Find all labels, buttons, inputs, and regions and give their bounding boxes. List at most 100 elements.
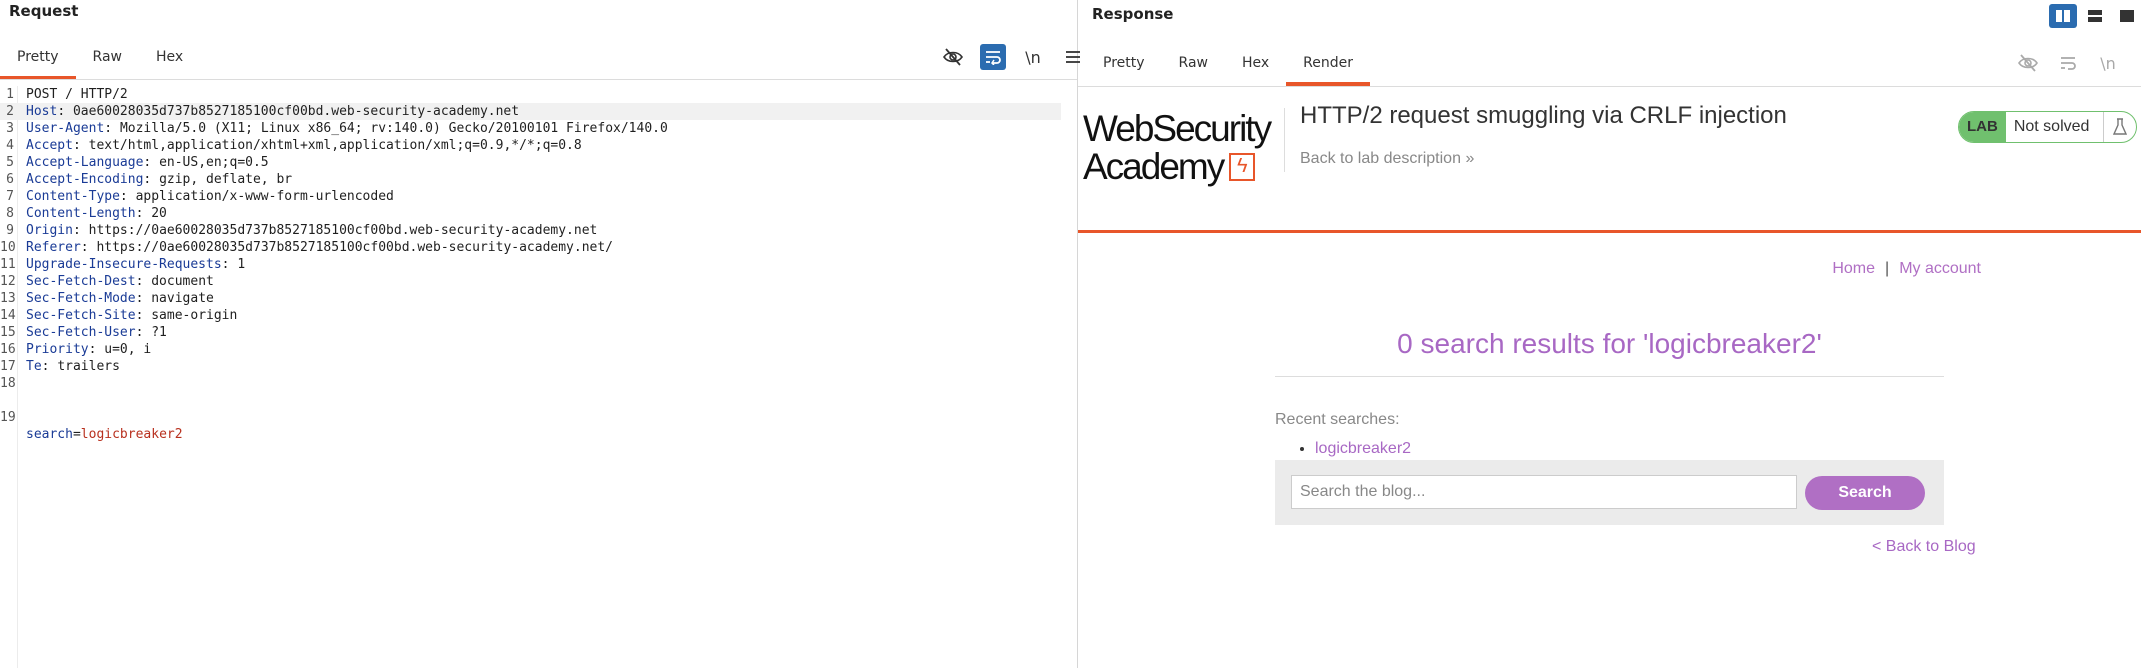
- show-newlines-button[interactable]: \n: [1020, 44, 1046, 70]
- request-line[interactable]: 16 Priority: u=0, i: [0, 341, 1077, 358]
- request-body-line[interactable]: 19 search=logicbreaker2: [0, 392, 1077, 442]
- request-line[interactable]: 14 Sec-Fetch-Site: same-origin: [0, 307, 1077, 324]
- back-to-lab-description-link[interactable]: Back to lab description »: [1300, 150, 1474, 168]
- web-security-academy-logo[interactable]: WebSecurity Academy ϟ: [1083, 110, 1283, 186]
- line-number: 8: [6, 206, 14, 221]
- hide-nonprintable-icon[interactable]: [940, 44, 966, 70]
- header-divider: [1284, 108, 1285, 172]
- line-number: 6: [6, 172, 14, 187]
- response-toolbar: \n: [2015, 50, 2141, 76]
- line-number: 4: [6, 138, 14, 153]
- header-colon: :: [72, 223, 89, 238]
- header-value: navigate: [151, 291, 214, 306]
- request-line-text: Sec-Fetch-Mode: navigate: [26, 290, 214, 307]
- line-number: 18: [0, 376, 16, 391]
- request-line-text: Sec-Fetch-User: ?1: [26, 324, 167, 341]
- header-colon: :: [119, 189, 136, 204]
- line-number: 2: [6, 104, 14, 119]
- header-colon: :: [135, 206, 152, 221]
- request-tab-pretty[interactable]: Pretty: [0, 42, 76, 80]
- body-param-name: search: [26, 427, 73, 442]
- split-horizontal-icon[interactable]: [2049, 4, 2077, 28]
- header-name: Host: [26, 104, 58, 119]
- request-body: search=logicbreaker2: [26, 426, 183, 443]
- search-button[interactable]: Search: [1805, 476, 1925, 510]
- burp-repeater: Request Pretty Raw Hex \n 1 POST / HTTP/2…: [0, 0, 2141, 668]
- recent-searches-list: logicbreaker2: [1315, 440, 1411, 458]
- response-tab-render[interactable]: Render: [1286, 48, 1370, 86]
- lab-status: Not solved: [2005, 112, 2105, 142]
- request-line-value: POST / HTTP/2: [26, 87, 128, 102]
- line-number: 14: [0, 308, 16, 323]
- header-name: Content-Type: [26, 189, 120, 204]
- request-line-text: Accept-Encoding: gzip, deflate, br: [26, 171, 292, 188]
- recent-search-link[interactable]: logicbreaker2: [1315, 440, 1411, 457]
- request-line[interactable]: 13 Sec-Fetch-Mode: navigate: [0, 290, 1077, 307]
- request-line[interactable]: 10 Referer: https://0ae60028035d737b85271…: [0, 239, 1077, 256]
- line-number: 10: [0, 240, 16, 255]
- header-name: Upgrade-Insecure-Requests: [26, 257, 222, 272]
- request-line[interactable]: 4 Accept: text/html,application/xhtml+xml…: [0, 137, 1077, 154]
- header-name: Content-Length: [26, 206, 136, 221]
- nav-my-account-link[interactable]: My account: [1899, 260, 1981, 277]
- request-toolbar: \n: [940, 44, 1086, 70]
- academy-header: WebSecurity Academy ϟ HTTP/2 request smu…: [1078, 100, 2141, 233]
- nav-separator: |: [1885, 260, 1890, 277]
- word-wrap-icon[interactable]: [980, 44, 1006, 70]
- request-line-text: Te: trailers: [26, 358, 120, 375]
- logo-row: Academy ϟ: [1083, 148, 1283, 186]
- request-line[interactable]: 5 Accept-Language: en-US,en;q=0.5: [0, 154, 1077, 171]
- request-line[interactable]: 7 Content-Type: application/x-www-form-ur…: [0, 188, 1077, 205]
- header-colon: :: [41, 359, 58, 374]
- nav-home-link[interactable]: Home: [1832, 260, 1875, 277]
- response-tab-pretty[interactable]: Pretty: [1086, 48, 1162, 86]
- list-item: logicbreaker2: [1315, 440, 1411, 458]
- request-line[interactable]: 12 Sec-Fetch-Dest: document: [0, 273, 1077, 290]
- single-pane-icon[interactable]: [2113, 4, 2141, 28]
- request-line-text: Origin: https://0ae60028035d737b85271851…: [26, 222, 597, 239]
- header-colon: :: [135, 308, 152, 323]
- request-tab-raw[interactable]: Raw: [76, 42, 139, 80]
- header-name: Priority: [26, 342, 89, 357]
- search-input[interactable]: [1291, 475, 1797, 509]
- line-number: 12: [0, 274, 16, 289]
- request-line-text: Upgrade-Insecure-Requests: 1: [26, 256, 245, 273]
- header-name: Sec-Fetch-Site: [26, 308, 136, 323]
- logo-text-bottom: Academy: [1083, 146, 1225, 187]
- line-number: 17: [0, 359, 16, 374]
- request-line[interactable]: 18: [0, 375, 1077, 392]
- header-name: Accept-Language: [26, 155, 144, 170]
- request-line-text: Sec-Fetch-Site: same-origin: [26, 307, 237, 324]
- chevron-right-icon: »: [1465, 150, 1475, 167]
- request-line[interactable]: 9 Origin: https://0ae60028035d737b8527185…: [0, 222, 1077, 239]
- line-number: 19: [0, 410, 16, 425]
- request-line[interactable]: 8 Content-Length: 20: [0, 205, 1077, 222]
- header-value: Mozilla/5.0 (X11; Linux x86_64; rv:140.0…: [119, 121, 668, 136]
- line-number: 15: [0, 325, 16, 340]
- menu-icon[interactable]: [2135, 50, 2141, 76]
- request-line[interactable]: 15 Sec-Fetch-User: ?1: [0, 324, 1077, 341]
- request-line[interactable]: 6 Accept-Encoding: gzip, deflate, br: [0, 171, 1077, 188]
- request-editor[interactable]: 1 POST / HTTP/2 2 Host: 0ae60028035d737b852…: [0, 86, 1077, 668]
- response-pane: Response Pretty Raw Hex Render \n WebSec…: [1078, 0, 2141, 668]
- back-to-blog-link[interactable]: < Back to Blog: [1872, 538, 1976, 556]
- split-vertical-icon[interactable]: [2081, 4, 2109, 28]
- request-line[interactable]: 17 Te: trailers: [0, 358, 1077, 375]
- blog-search-form: Search: [1275, 460, 1944, 525]
- request-line[interactable]: 11 Upgrade-Insecure-Requests: 1: [0, 256, 1077, 273]
- response-tab-hex[interactable]: Hex: [1225, 48, 1286, 86]
- line-number: 7: [6, 189, 14, 204]
- lab-title: HTTP/2 request smuggling via CRLF inject…: [1300, 102, 1787, 129]
- header-name: Sec-Fetch-User: [26, 325, 136, 340]
- header-value: text/html,application/xhtml+xml,applicat…: [88, 138, 582, 153]
- request-line[interactable]: 3 User-Agent: Mozilla/5.0 (X11; Linux x86…: [0, 120, 1077, 137]
- request-tab-hex[interactable]: Hex: [139, 42, 200, 80]
- header-value: ?1: [151, 325, 167, 340]
- header-value: https://0ae60028035d737b8527185100cf00bd…: [96, 240, 614, 255]
- response-tab-raw[interactable]: Raw: [1162, 48, 1225, 86]
- header-colon: :: [104, 121, 120, 136]
- request-line[interactable]: 2 Host: 0ae60028035d737b8527185100cf00bd.…: [0, 103, 1061, 120]
- layout-toggle: [2049, 4, 2141, 28]
- rendered-page: WebSecurity Academy ϟ HTTP/2 request smu…: [1078, 100, 2141, 668]
- request-line[interactable]: 1 POST / HTTP/2: [0, 86, 1077, 103]
